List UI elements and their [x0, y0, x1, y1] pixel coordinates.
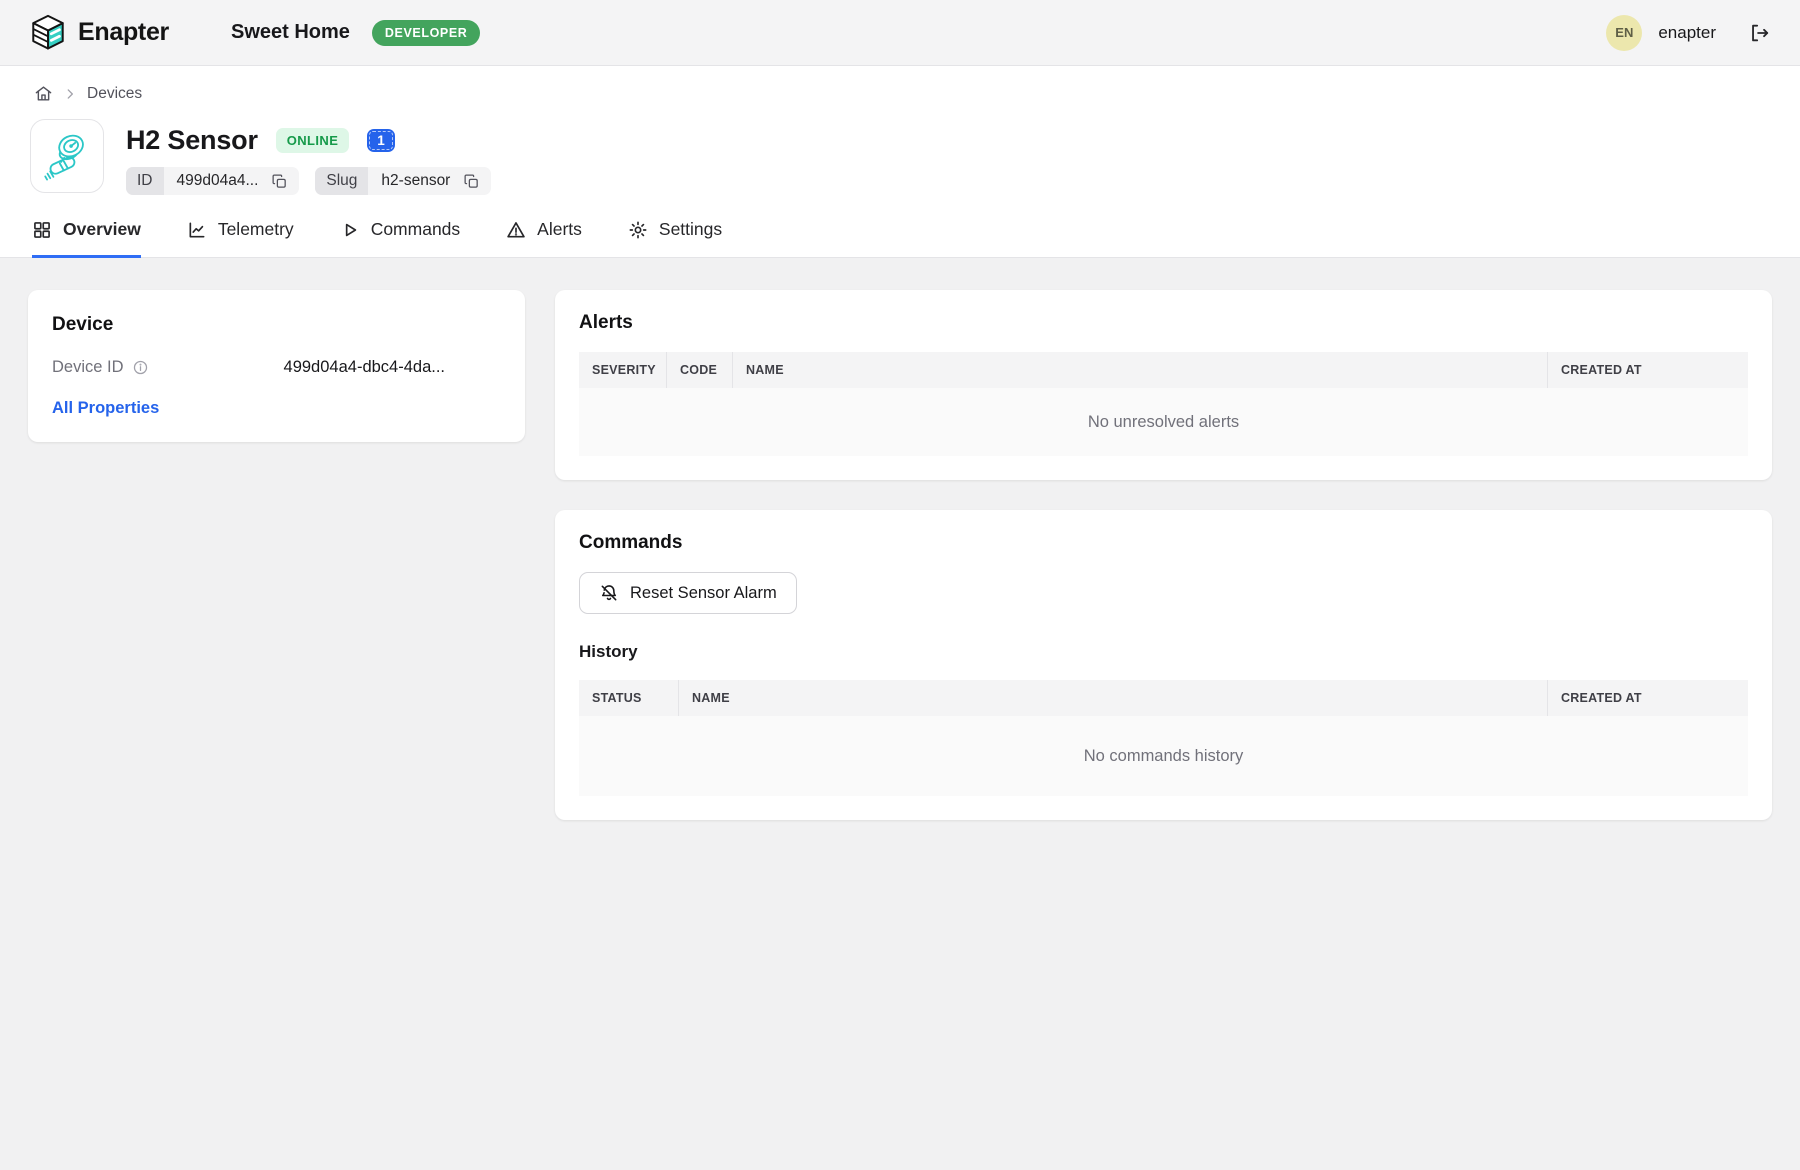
- history-title: History: [579, 642, 1748, 662]
- org-name[interactable]: Sweet Home: [231, 21, 350, 44]
- status-badge-online: ONLINE: [276, 128, 350, 153]
- column-severity: SEVERITY: [579, 352, 667, 388]
- copy-id-button[interactable]: [271, 173, 299, 190]
- tab-commands[interactable]: Commands: [340, 219, 460, 258]
- play-icon: [340, 220, 360, 240]
- tab-bar: Overview Telemetry Commands: [0, 195, 1800, 258]
- home-icon[interactable]: [34, 84, 53, 103]
- developer-badge: DEVELOPER: [372, 20, 481, 46]
- device-id-label-text: Device ID: [52, 358, 124, 377]
- h2-sensor-gauge-icon: [38, 127, 96, 185]
- device-head-main: H2 Sensor ONLINE 1 ID 499d04a4...: [126, 119, 491, 195]
- topbar: Enapter Sweet Home DEVELOPER EN enapter: [0, 0, 1800, 66]
- alerts-table: SEVERITY CODE NAME CREATED AT No unresol…: [579, 352, 1748, 456]
- tab-telemetry-label: Telemetry: [218, 219, 294, 240]
- user-name[interactable]: enapter: [1658, 23, 1716, 43]
- alerts-table-header: SEVERITY CODE NAME CREATED AT: [579, 352, 1748, 388]
- device-slug-chip-label: Slug: [315, 167, 368, 195]
- commands-card-title: Commands: [579, 532, 1748, 554]
- device-id-value: 499d04a4-dbc4-4da...: [284, 358, 445, 377]
- device-id-label: Device ID: [52, 358, 149, 377]
- device-header: H2 Sensor ONLINE 1 ID 499d04a4...: [0, 103, 1800, 195]
- device-id-chip-label: ID: [126, 167, 164, 195]
- tab-commands-label: Commands: [371, 219, 460, 240]
- tab-settings[interactable]: Settings: [628, 219, 722, 258]
- breadcrumb-devices[interactable]: Devices: [87, 85, 142, 103]
- page-head: Devices H2 Sensor ONLINE: [0, 66, 1800, 258]
- warning-triangle-icon: [506, 220, 526, 240]
- alerts-empty-state: No unresolved alerts: [579, 388, 1748, 456]
- logo-text: Enapter: [78, 18, 169, 47]
- reset-sensor-alarm-label: Reset Sensor Alarm: [630, 584, 777, 603]
- all-properties-link[interactable]: All Properties: [52, 399, 159, 418]
- device-avatar: [30, 119, 104, 193]
- enapter-logo-icon: [30, 13, 66, 53]
- column-name: NAME: [679, 680, 1548, 716]
- tab-overview-label: Overview: [63, 219, 141, 240]
- column-status: STATUS: [579, 680, 679, 716]
- right-column: Alerts SEVERITY CODE NAME CREATED AT No …: [555, 290, 1772, 820]
- copy-icon: [271, 173, 288, 190]
- history-table: STATUS NAME CREATED AT No commands histo…: [579, 680, 1748, 796]
- breadcrumb: Devices: [0, 66, 1800, 103]
- copy-slug-button[interactable]: [463, 173, 491, 190]
- copy-icon: [463, 173, 480, 190]
- grid-icon: [32, 220, 52, 240]
- logout-button[interactable]: [1748, 22, 1770, 44]
- chevron-right-icon: [63, 87, 77, 101]
- reset-sensor-alarm-button[interactable]: Reset Sensor Alarm: [579, 572, 797, 614]
- column-created-at: CREATED AT: [1548, 352, 1748, 388]
- main-content: Device Device ID 499d04a4-dbc4-4da... Al…: [0, 258, 1800, 852]
- alert-count-badge[interactable]: 1: [367, 129, 395, 152]
- bell-off-icon: [599, 583, 619, 603]
- device-slug-chip-value: h2-sensor: [368, 167, 463, 195]
- device-card-title: Device: [52, 314, 501, 336]
- tab-settings-label: Settings: [659, 219, 722, 240]
- tab-alerts-label: Alerts: [537, 219, 582, 240]
- tab-telemetry[interactable]: Telemetry: [187, 219, 294, 258]
- commands-card: Commands Reset Sensor Alarm History STAT…: [555, 510, 1772, 820]
- user-avatar[interactable]: EN: [1606, 15, 1642, 51]
- alerts-card-title: Alerts: [579, 312, 1748, 334]
- column-name: NAME: [733, 352, 1548, 388]
- line-chart-icon: [187, 220, 207, 240]
- device-id-chip: ID 499d04a4...: [126, 167, 299, 195]
- gear-icon: [628, 220, 648, 240]
- logout-icon: [1748, 22, 1770, 44]
- history-table-header: STATUS NAME CREATED AT: [579, 680, 1748, 716]
- alerts-card: Alerts SEVERITY CODE NAME CREATED AT No …: [555, 290, 1772, 480]
- device-id-chip-value: 499d04a4...: [164, 167, 272, 195]
- info-icon[interactable]: [132, 359, 149, 376]
- column-code: CODE: [667, 352, 733, 388]
- column-created-at: CREATED AT: [1548, 680, 1748, 716]
- enapter-logo[interactable]: Enapter: [30, 13, 169, 53]
- device-card: Device Device ID 499d04a4-dbc4-4da... Al…: [28, 290, 525, 442]
- history-empty-state: No commands history: [579, 716, 1748, 796]
- device-title: H2 Sensor: [126, 125, 258, 156]
- device-slug-chip: Slug h2-sensor: [315, 167, 491, 195]
- topbar-right: EN enapter: [1606, 15, 1770, 51]
- tab-overview[interactable]: Overview: [32, 219, 141, 258]
- tab-alerts[interactable]: Alerts: [506, 219, 582, 258]
- device-id-row: Device ID 499d04a4-dbc4-4da...: [52, 358, 501, 377]
